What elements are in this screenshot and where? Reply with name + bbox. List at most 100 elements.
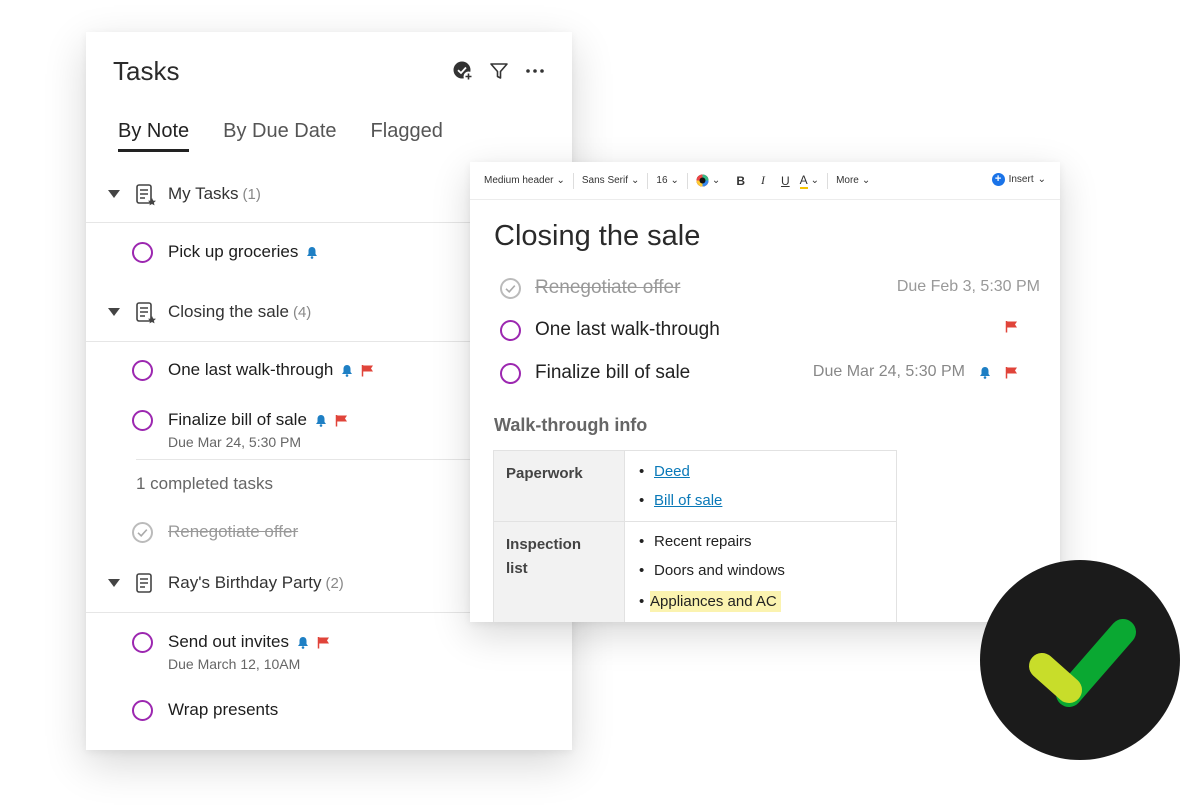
note-task-completed[interactable]: Renegotiate offer Due Feb 3, 5:30 PM [500,277,1040,301]
table-value-cell: Recent repairs Doors and windows Applian… [624,521,897,622]
flag-icon[interactable] [1005,366,1018,379]
task-checkbox[interactable] [500,363,521,384]
panel-title: Tasks [113,56,180,86]
format-toolbar: Medium header ⌄ Sans Serif ⌄ 16 ⌄ ⌄ B I U A… [470,162,1060,200]
more-icon[interactable] [524,60,546,82]
chevron-down-icon: ⌄ [861,175,871,186]
toolbar-divider [572,172,574,189]
chevron-down-icon: ⌄ [711,175,721,186]
task-name: Finalize bill of sale [168,410,307,429]
task-add-icon[interactable] [452,60,474,82]
group-count: (2) [325,575,344,592]
section-heading: Walk-through info [494,415,648,435]
size-label: 16 [656,175,668,186]
completed-tasks-toggle[interactable]: 1 completed tasks [136,474,273,494]
check-icon [1029,619,1136,707]
insert-label: Insert [1008,174,1034,185]
group-name: Closing the sale [168,302,289,321]
check-icon [137,529,148,537]
chevron-down-icon: ⌄ [1037,174,1046,185]
list-item: Deed [639,457,886,486]
collapse-icon[interactable] [108,579,120,587]
bell-icon [342,364,353,377]
task-checkbox-checked[interactable] [500,278,521,299]
info-table: Paperwork Deed Bill of sale Inspection li… [493,450,897,622]
color-icon [696,174,709,187]
collapse-icon[interactable] [108,308,120,316]
list-item: Recent repairs [639,527,886,556]
note-icon [135,572,157,601]
task-checkbox[interactable] [132,242,153,263]
highlight-dropdown[interactable]: A ⌄ [799,172,820,189]
group-count: (1) [242,186,261,203]
group-title: Ray's Birthday Party (2) [168,573,344,593]
task-name: Send out invites [168,632,289,651]
toolbar-divider [647,172,649,189]
task-title: Renegotiate offer [168,522,299,541]
list-item: Doors and windows [639,556,886,585]
task-checkbox[interactable] [132,410,153,431]
check-badge [980,560,1180,760]
chevron-down-icon: ⌄ [810,175,820,186]
text-color-dropdown[interactable]: ⌄ [696,174,720,187]
note-icon [135,183,157,212]
bell-icon [297,636,308,649]
link-list: Deed Bill of sale [639,457,886,515]
task-meta: Due Mar 24, 5:30 PM [813,363,1018,381]
bell-icon[interactable] [979,366,991,379]
tab-by-due-date[interactable]: By Due Date [223,120,336,152]
size-dropdown[interactable]: 16 ⌄ [656,175,679,186]
insert-dropdown[interactable]: + Insert ⌄ [991,173,1046,186]
note-icon [135,301,157,330]
note-task[interactable]: Finalize bill of sale Due Mar 24, 5:30 P… [500,362,1040,386]
task-checkbox-checked[interactable] [132,522,153,543]
key-line: Inspection [506,536,582,553]
flag-icon[interactable] [1005,320,1018,333]
group-name: My Tasks [168,184,239,203]
bullet-list: Recent repairs Doors and windows Applian… [639,527,886,616]
highlighted-text: Appliances and AC [650,591,781,612]
style-dropdown[interactable]: Medium header ⌄ [484,175,565,186]
task-checkbox[interactable] [132,360,153,381]
group-title: My Tasks (1) [168,184,261,204]
check-icon [505,285,516,293]
task-checkbox[interactable] [500,320,521,341]
key-line: list [506,560,528,577]
italic-button[interactable]: I [761,173,765,188]
bell-icon [307,246,318,259]
task-due-date: Due Mar 24, 5:30 PM [168,434,302,450]
task-title: One last walk-through [535,319,720,340]
group-title: Closing the sale (4) [168,302,311,322]
task-name: Pick up groceries [168,242,299,261]
task-title: Pick up groceries [168,242,318,262]
flag-icon [335,414,347,426]
font-dropdown[interactable]: Sans Serif ⌄ [582,175,640,186]
underline-button[interactable]: U [781,174,790,188]
toolbar-divider [827,172,829,189]
more-dropdown[interactable]: More ⌄ [836,175,870,186]
task-due-date: Due Mar 24, 5:30 PM [812,363,965,380]
task-title: Wrap presents [168,700,279,719]
task-meta [1005,320,1018,333]
highlight-label: A [799,172,808,189]
note-editor: Medium header ⌄ Sans Serif ⌄ 16 ⌄ ⌄ B I U A… [470,162,1060,622]
chevron-down-icon: ⌄ [631,175,640,186]
task-due-date: Due March 12, 10AM [168,656,301,672]
deed-link[interactable]: Deed [654,463,690,480]
collapse-icon[interactable] [108,190,120,198]
filter-icon[interactable] [488,60,510,82]
flag-icon [362,364,374,376]
task-title: One last walk-through [168,360,374,380]
task-checkbox[interactable] [132,632,153,653]
group-name: Ray's Birthday Party [168,573,322,592]
task-checkbox[interactable] [132,700,153,721]
list-item: Appliances and AC [639,587,886,616]
tab-flagged[interactable]: Flagged [371,120,443,152]
note-title[interactable]: Closing the sale [494,220,700,253]
style-label: Medium header [484,175,554,186]
task-title: Send out invites [168,632,330,652]
tab-by-note[interactable]: By Note [118,120,190,152]
bill-of-sale-link[interactable]: Bill of sale [654,492,722,509]
bold-button[interactable]: B [736,174,745,188]
note-task[interactable]: One last walk-through [500,319,1040,343]
